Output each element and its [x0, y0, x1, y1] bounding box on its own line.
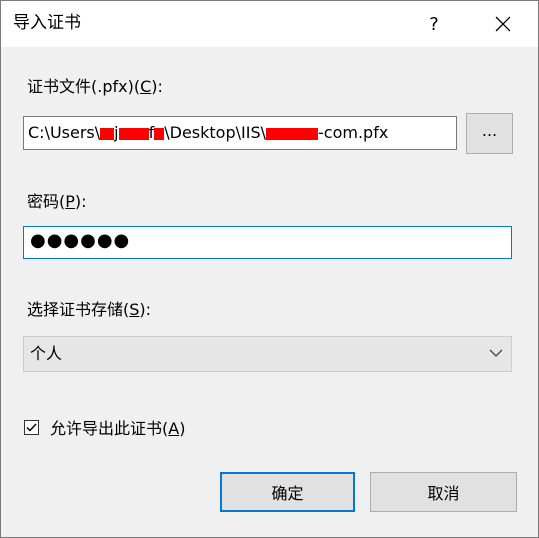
file-path-field[interactable]: C:\Users\ j f \Desktop\IIS\ -com.pfx	[23, 116, 457, 150]
password-value: ●●●●●●	[30, 230, 131, 251]
title-bar: 导入证书 ?	[1, 1, 538, 47]
help-icon: ?	[429, 13, 439, 35]
browse-button[interactable]: ...	[466, 113, 513, 154]
redaction-mark	[154, 127, 165, 140]
cancel-button[interactable]: 取消	[370, 472, 517, 512]
store-selected-value: 个人	[30, 344, 63, 363]
store-label: 选择证书存储(S):	[27, 300, 152, 319]
chevron-down-icon	[489, 349, 503, 357]
file-label: 证书文件(.pfx)(C):	[27, 77, 163, 96]
store-select[interactable]: 个人	[23, 336, 512, 372]
checkmark-icon	[26, 423, 37, 432]
redaction-mark	[118, 127, 149, 140]
close-button[interactable]	[480, 1, 526, 47]
password-label: 密码(P):	[27, 192, 87, 211]
window-title: 导入证书	[13, 13, 81, 33]
allow-export-checkbox[interactable]	[24, 420, 39, 435]
import-certificate-dialog: 导入证书 ? 证书文件(.pfx)(C): C:\Users\ j f \Deskto…	[0, 0, 539, 538]
ok-button[interactable]: 确定	[220, 472, 355, 512]
close-icon	[495, 16, 511, 32]
help-button[interactable]: ?	[411, 1, 457, 47]
password-field[interactable]: ●●●●●●	[23, 226, 512, 259]
redaction-mark	[100, 127, 115, 140]
redaction-mark	[266, 127, 318, 140]
allow-export-label[interactable]: 允许导出此证书(A)	[50, 419, 185, 439]
